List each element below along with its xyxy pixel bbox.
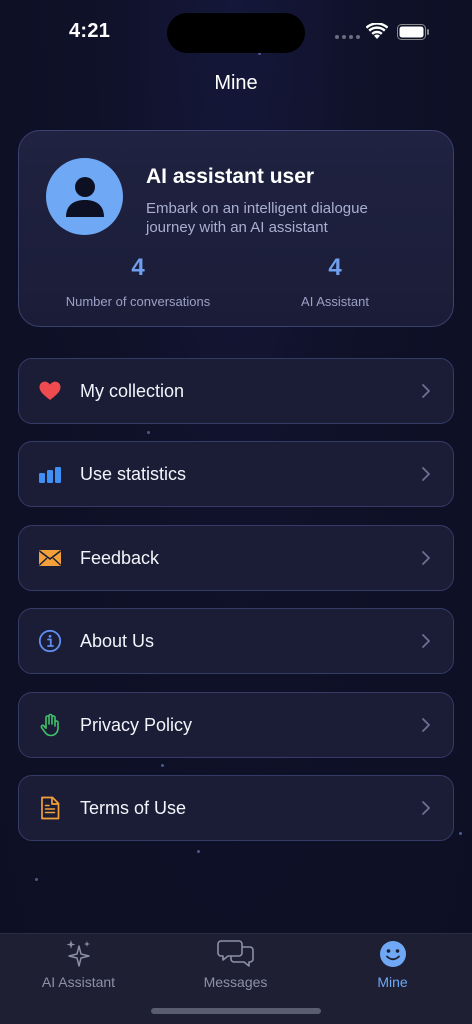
home-indicator[interactable] — [151, 1008, 321, 1014]
user-name: AI assistant user — [146, 165, 315, 188]
avatar[interactable] — [46, 158, 123, 235]
person-icon — [65, 176, 104, 217]
info-icon — [38, 629, 62, 653]
tab-mine[interactable]: Mine — [314, 938, 471, 990]
stat-conversations[interactable]: 4 Number of conversations — [39, 254, 237, 309]
page-title: Mine — [214, 72, 258, 94]
menu-item-label: Terms of Use — [80, 798, 187, 818]
menu-item-privacy-policy[interactable]: Privacy Policy — [18, 692, 454, 758]
screen: 4:21 Mine AI assistant user Embark on an… — [0, 0, 472, 1024]
heart-icon — [39, 381, 61, 400]
stat-label: AI Assistant — [301, 294, 369, 309]
status-time: 4:21 — [69, 20, 111, 42]
profile-card: AI assistant user Embark on an intellige… — [18, 130, 454, 327]
tab-label: Mine — [377, 974, 408, 990]
document-icon — [41, 796, 60, 820]
menu-item-terms-of-use[interactable]: Terms of Use — [18, 775, 454, 841]
chevron-right-icon — [422, 467, 430, 481]
tab-messages[interactable]: Messages — [157, 938, 314, 990]
chevron-right-icon — [422, 384, 430, 398]
chevron-right-icon — [422, 551, 430, 565]
sparkles-icon — [66, 940, 90, 967]
tab-label: Messages — [203, 974, 268, 990]
tab-ai-assistant[interactable]: AI Assistant — [0, 938, 157, 990]
smiley-icon — [379, 941, 406, 967]
menu-item-my-collection[interactable]: My collection — [18, 358, 454, 424]
stat-label: Number of conversations — [65, 294, 211, 309]
menu-item-feedback[interactable]: Feedback — [18, 525, 454, 591]
wifi-icon — [366, 23, 388, 39]
user-description: Embark on an intelligent dialogue journe… — [146, 200, 368, 236]
battery-icon — [397, 24, 429, 40]
background-star — [459, 832, 462, 835]
chevron-right-icon — [422, 801, 430, 815]
stat-ai-assistants[interactable]: 4 AI Assistant — [249, 254, 421, 309]
chevron-right-icon — [422, 718, 430, 732]
menu-item-label: Privacy Policy — [80, 715, 193, 735]
background-star — [35, 878, 38, 881]
hand-icon — [40, 713, 59, 737]
bar-chart-icon — [39, 467, 61, 483]
stat-value: 4 — [131, 254, 145, 281]
menu-item-label: My collection — [80, 381, 185, 401]
cellular-signal-icon — [335, 35, 360, 39]
background-star — [197, 850, 200, 853]
menu-item-use-statistics[interactable]: Use statistics — [18, 441, 454, 507]
menu-item-about-us[interactable]: About Us — [18, 608, 454, 674]
menu-item-label: About Us — [80, 631, 155, 651]
dynamic-island — [167, 13, 305, 53]
menu-item-label: Use statistics — [80, 464, 187, 484]
stat-value: 4 — [328, 254, 342, 281]
chevron-right-icon — [422, 634, 430, 648]
menu-item-label: Feedback — [80, 548, 160, 568]
background-star — [161, 764, 164, 767]
chat-bubbles-icon — [216, 940, 254, 967]
tab-label: AI Assistant — [41, 974, 116, 990]
envelope-icon — [39, 550, 61, 566]
status-bar: 4:21 — [0, 0, 472, 60]
background-star — [147, 431, 150, 434]
